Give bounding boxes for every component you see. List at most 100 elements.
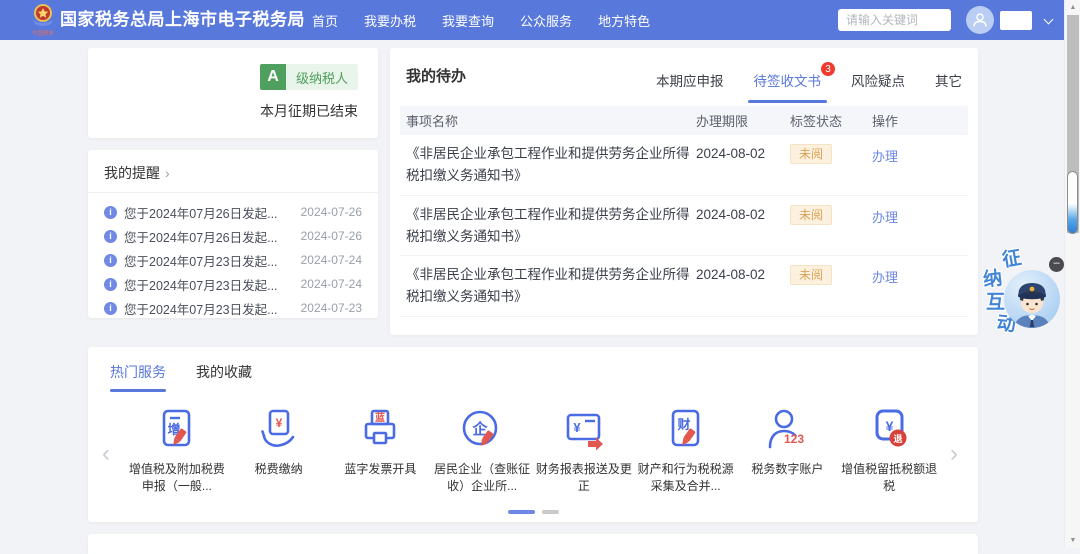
info-icon: i: [104, 302, 117, 315]
status-badge: 未阅: [790, 205, 832, 225]
nav-item-home[interactable]: 首页: [312, 11, 338, 30]
levy-period-status: 本月征期已结束: [88, 101, 358, 121]
service-vat-refund[interactable]: ¥ 退 增值税留抵税额退税: [838, 404, 940, 496]
logo-caption: 中国税务: [28, 31, 59, 36]
scroll-up-icon[interactable]: ▲: [1065, 4, 1080, 11]
scroll-progress-capsule[interactable]: [1067, 171, 1078, 234]
mascot-minimize-button[interactable]: –: [1049, 257, 1064, 272]
carousel-pagination: [88, 510, 978, 514]
service-digital-account[interactable]: 123 税务数字账户: [737, 404, 839, 478]
handle-link[interactable]: 办理: [872, 149, 898, 164]
site-title: 国家税务总局上海市电子税务局: [60, 0, 305, 40]
reminders-list: i 您于2024年07月26日发起... 2024-07-26 i 您于2024…: [88, 193, 378, 320]
user-avatar[interactable]: [966, 6, 994, 34]
document-name: 《非居民企业承包工程作业和提供劳务企业所得税扣缴义务通知书》: [406, 143, 696, 188]
nav-item-query[interactable]: 我要查询: [442, 11, 494, 30]
financial-report-icon: ¥: [560, 406, 608, 454]
todo-title: 我的待办: [406, 65, 466, 86]
tab-my-favorites[interactable]: 我的收藏: [196, 362, 252, 392]
pagination-dot[interactable]: [542, 510, 559, 514]
tax-emblem-logo: 中国税务: [26, 2, 60, 38]
hot-services-card: 热门服务 我的收藏 ‹ › 增 增值税及附加税费申报（一般... ¥ 税费缴纳: [88, 347, 978, 522]
blue-invoice-icon: 蓝: [356, 406, 404, 454]
info-icon: i: [104, 278, 117, 291]
table-row: 《非居民企业承包工程作业和提供劳务企业所得税扣缴义务通知书》 2024-08-0…: [400, 196, 968, 257]
services-row: 增 增值税及附加税费申报（一般... ¥ 税费缴纳 蓝 蓝字发票开具: [88, 392, 978, 496]
reminder-item[interactable]: i 您于2024年07月23日发起... 2024-07-23: [88, 296, 378, 320]
taxpayer-grade-card: A 级纳税人 本月征期已结束: [88, 48, 378, 138]
main-nav: 首页 我要办税 我要查询 公众服务 地方特色: [312, 0, 650, 40]
nav-item-local-features[interactable]: 地方特色: [598, 11, 650, 30]
service-financial-report[interactable]: ¥ 财务报表报送及更正: [533, 404, 635, 496]
reminder-item[interactable]: i 您于2024年07月26日发起... 2024-07-26: [88, 224, 378, 248]
tab-count-badge: 3: [821, 62, 835, 76]
vat-declaration-icon: 增: [153, 406, 201, 454]
carousel-right-icon[interactable]: ›: [950, 442, 958, 466]
handle-link[interactable]: 办理: [872, 270, 898, 285]
tab-hot-services[interactable]: 热门服务: [110, 362, 166, 392]
grade-label: 级纳税人: [286, 64, 358, 90]
reminder-item[interactable]: i 您于2024年07月26日发起... 2024-07-26: [88, 200, 378, 224]
nav-item-handle-tax[interactable]: 我要办税: [364, 11, 416, 30]
top-navbar: 中国税务 国家税务总局上海市电子税务局 首页 我要办税 我要查询 公众服务 地方…: [0, 0, 1080, 40]
document-name: 《非居民企业承包工程作业和提供劳务企业所得税扣缴义务通知书》: [406, 264, 696, 309]
service-blue-invoice[interactable]: 蓝 蓝字发票开具: [330, 404, 432, 478]
svg-text:财: 财: [677, 417, 690, 432]
deadline: 2024-08-02: [696, 143, 790, 161]
tab-others[interactable]: 其它: [935, 70, 962, 103]
reminders-title: 我的提醒: [104, 163, 160, 183]
reminder-item[interactable]: i 您于2024年07月23日发起... 2024-07-24: [88, 248, 378, 272]
pagination-dot-active[interactable]: [508, 510, 535, 514]
tab-documents-to-sign[interactable]: 待签收文书 3: [754, 70, 822, 103]
service-property-behavior-tax[interactable]: 财 财产和行为税税源采集及合并...: [635, 404, 737, 496]
resident-enterprise-icon: 企: [458, 406, 506, 454]
service-tax-payment[interactable]: ¥ 税费缴纳: [228, 404, 330, 478]
todo-tabs: 本期应申报 待签收文书 3 风险疑点 其它: [656, 70, 962, 103]
tax-payment-icon: ¥: [255, 406, 303, 454]
info-icon: i: [104, 254, 117, 267]
chevron-right-icon: ›: [165, 166, 170, 180]
vat-refund-icon: ¥ 退: [865, 406, 913, 454]
svg-text:蓝: 蓝: [375, 411, 385, 424]
property-tax-icon: 财: [662, 406, 710, 454]
svg-text:退: 退: [894, 434, 903, 444]
scroll-down-icon[interactable]: ▼: [1065, 537, 1080, 544]
page-scrollbar: ▲ ▼: [1064, 0, 1080, 548]
deadline: 2024-08-02: [696, 264, 790, 282]
next-section-card: [88, 534, 978, 554]
todo-card: 我的待办 本期应申报 待签收文书 3 风险疑点 其它 事项名称 办理期限 标签状…: [390, 48, 978, 335]
todo-table-header: 事项名称 办理期限 标签状态 操作: [400, 106, 968, 135]
mascot-avatar: [1004, 270, 1060, 328]
reminders-header[interactable]: 我的提醒 ›: [88, 150, 378, 193]
chevron-down-icon[interactable]: [1044, 15, 1054, 25]
digital-account-icon: 123: [763, 406, 811, 454]
table-row: 《非居民企业承包工程作业和提供劳务企业所得税扣缴义务通知书》 2024-08-0…: [400, 256, 968, 317]
info-icon: i: [104, 230, 117, 243]
svg-text:¥: ¥: [573, 420, 581, 435]
search-box: [838, 9, 951, 31]
service-resident-enterprise-tax[interactable]: 企 居民企业（查账征收）企业所...: [431, 404, 533, 496]
deadline: 2024-08-02: [696, 204, 790, 222]
taxpayer-grade-badge: A 级纳税人: [260, 64, 358, 90]
svg-text:¥: ¥: [886, 418, 894, 434]
tab-current-declaration[interactable]: 本期应申报: [656, 70, 724, 103]
carousel-left-icon[interactable]: ‹: [102, 442, 110, 466]
handle-link[interactable]: 办理: [872, 210, 898, 225]
svg-text:123: 123: [784, 432, 804, 446]
info-icon: i: [104, 206, 117, 219]
person-icon: [971, 11, 989, 29]
grade-letter: A: [260, 64, 286, 90]
svg-text:¥: ¥: [275, 416, 282, 430]
reminder-item[interactable]: i 您于2024年07月23日发起... 2024-07-24: [88, 272, 378, 296]
table-row: 《非居民企业承包工程作业和提供劳务企业所得税扣缴义务通知书》 2024-08-0…: [400, 135, 968, 196]
username-box[interactable]: [1000, 11, 1032, 30]
status-badge: 未阅: [790, 144, 832, 164]
reminders-card: 我的提醒 › i 您于2024年07月26日发起... 2024-07-26 i…: [88, 150, 378, 318]
services-tabs: 热门服务 我的收藏: [88, 347, 978, 392]
tab-risk-points[interactable]: 风险疑点: [851, 70, 905, 103]
nav-item-public-service[interactable]: 公众服务: [520, 11, 572, 30]
document-name: 《非居民企业承包工程作业和提供劳务企业所得税扣缴义务通知书》: [406, 204, 696, 249]
status-badge: 未阅: [790, 265, 832, 285]
tax-officer-icon: [1008, 276, 1056, 328]
service-vat-declaration[interactable]: 增 增值税及附加税费申报（一般...: [126, 404, 228, 496]
